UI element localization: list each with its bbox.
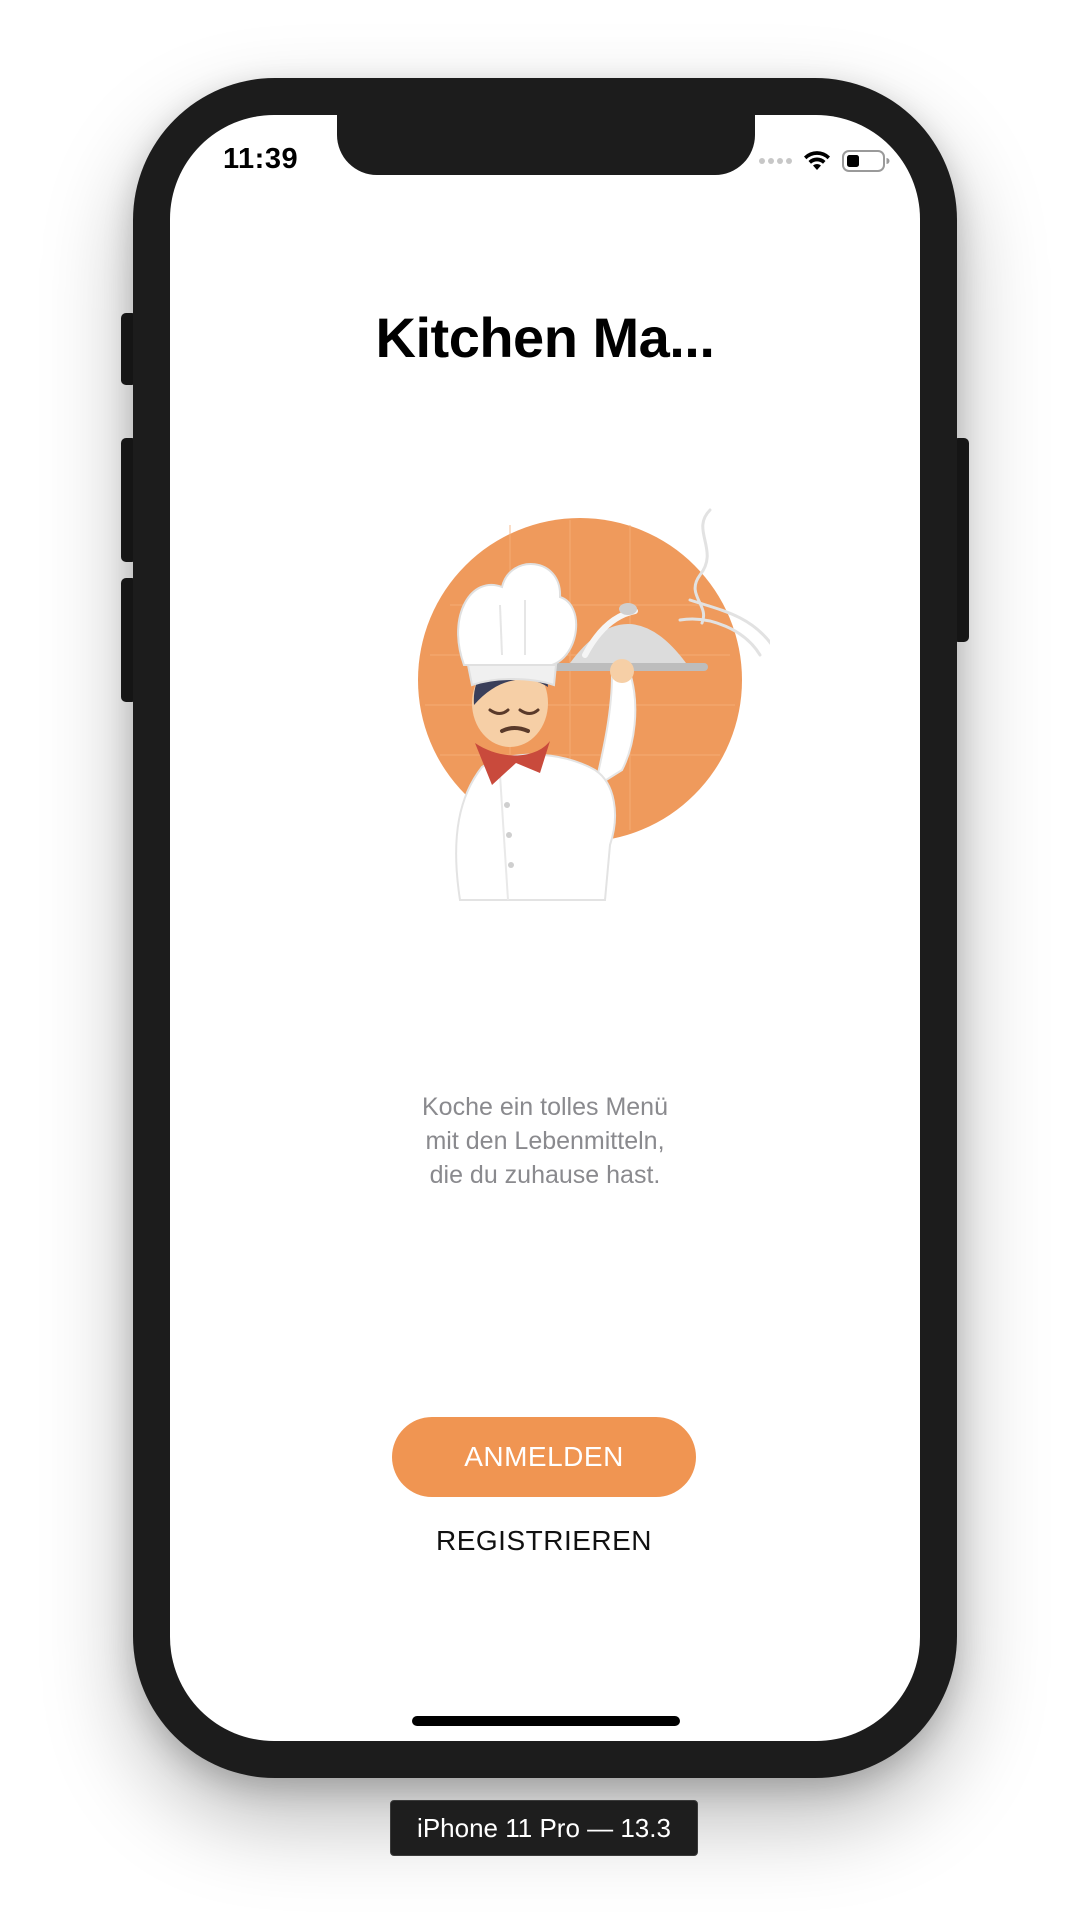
iphone-frame: 11:39 Kitchen Ma... Koche ein tolles Men…: [133, 78, 957, 1778]
notch: [337, 115, 755, 175]
tagline: Koche ein tolles Menü mit den Lebenmitte…: [170, 1090, 920, 1192]
tagline-line-2: mit den Lebenmitteln,: [425, 1127, 665, 1155]
battery-icon: [842, 149, 890, 173]
status-icons: [759, 147, 890, 175]
simulator-device-label: iPhone 11 Pro — 13.3: [390, 1800, 698, 1856]
simulator-stage: 11:39 Kitchen Ma... Koche ein tolles Men…: [0, 0, 1090, 1928]
tagline-line-1: Koche ein tolles Menü: [422, 1093, 668, 1121]
login-button[interactable]: ANMELDEN: [392, 1417, 696, 1497]
home-indicator[interactable]: [412, 1716, 680, 1726]
wifi-icon: [802, 150, 832, 172]
app-title: Kitchen Ma...: [375, 306, 715, 369]
register-button[interactable]: REGISTRIEREN: [392, 1511, 696, 1571]
tagline-line-3: die du zuhause hast.: [429, 1161, 661, 1189]
status-time: 11:39: [223, 143, 299, 175]
signal-dots-icon: [759, 158, 792, 164]
chef-illustration: [418, 508, 770, 905]
phone-screen: 11:39 Kitchen Ma... Koche ein tolles Men…: [170, 115, 920, 1741]
